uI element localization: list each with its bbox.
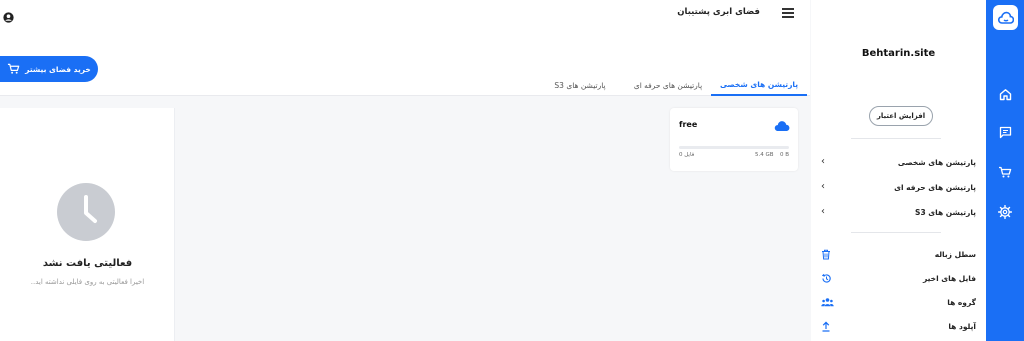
site-name: Behtarin.site [861,48,936,59]
chat-icon[interactable] [995,122,1015,142]
icon-rail [986,0,1024,341]
clock-icon [57,183,115,241]
sidebar-item-label: آپلود ها [948,321,976,331]
buy-button-label: خرید فضای بیشتر [25,64,91,74]
chevron-left-icon: ‹ [821,156,825,167]
page-title: فضای ابری پشتیبان [677,7,760,17]
recent-activity-panel: فعالیتی یافت نشد اخیرا فعالیتی به روی فا… [0,108,175,341]
chevron-left-icon: ‹ [821,206,825,217]
user-icon[interactable] [3,8,14,23]
usage-bar [679,146,789,149]
upload-icon [822,321,830,332]
logo-icon[interactable] [993,5,1018,30]
history-icon [821,273,831,283]
chevron-left-icon: ‹ [821,181,825,192]
group-icon [821,298,834,307]
sidebar-item-label: سطل زباله [934,249,976,259]
sidebar-item-label: پارتیشن های شخصی [897,157,976,167]
menu-icon[interactable] [782,8,794,18]
sidebar-item-personal-partitions[interactable]: ‹ پارتیشن های شخصی [821,154,976,170]
partition-name: free [679,120,698,129]
tab-personal-partitions[interactable]: پارتیشن های شخصی [711,74,807,96]
divider [851,232,941,233]
cart-icon [8,63,20,74]
sidebar-item-s3-partitions[interactable]: ‹ پارتیشن های S3 [821,204,976,220]
cloud-icon [774,117,790,131]
sidebar-item-groups[interactable]: گروه ها [821,294,976,310]
sidebar-item-trash[interactable]: سطل زباله [821,246,976,262]
total-size: 5.4 GB [755,152,774,158]
empty-state-subtitle: اخیرا فعالیتی به روی فایلی نداشته اید.. [30,278,145,286]
tab-s3-partitions[interactable]: پارتیشن های S3 [540,74,620,96]
gear-icon[interactable] [995,202,1015,222]
sidebar-item-label: فایل های اخیر [922,273,976,283]
sidebar-item-label: پارتیشن های S3 [915,207,976,217]
buy-more-space-button[interactable]: خرید فضای بیشتر [0,56,98,82]
empty-state-title: فعالیتی یافت نشد [42,258,133,269]
increase-credit-button[interactable]: افزایش اعتبار [869,106,933,126]
tab-professional-partitions[interactable]: پارتیشن های حرفه ای [625,74,711,96]
sidebar-item-recent-files[interactable]: فایل های اخیر [821,270,976,286]
sidebar-item-uploads[interactable]: آپلود ها [821,318,976,334]
divider [851,138,941,139]
trash-icon [822,249,830,259]
sidebar-item-label: گروه ها [947,297,976,307]
file-count: 0 فایل [679,152,695,158]
used-size: 0 B [780,152,790,158]
home-icon[interactable] [995,84,1015,104]
sidebar: Behtarin.site افزایش اعتبار ‹ پارتیشن ها… [811,0,986,341]
partition-card[interactable]: free 0 فایل 5.4 GB 0 B [670,108,798,171]
sidebar-item-label: پارتیشن های حرفه ای [894,182,976,192]
sidebar-item-professional-partitions[interactable]: ‹ پارتیشن های حرفه ای [821,179,976,195]
cart-icon[interactable] [995,162,1015,182]
